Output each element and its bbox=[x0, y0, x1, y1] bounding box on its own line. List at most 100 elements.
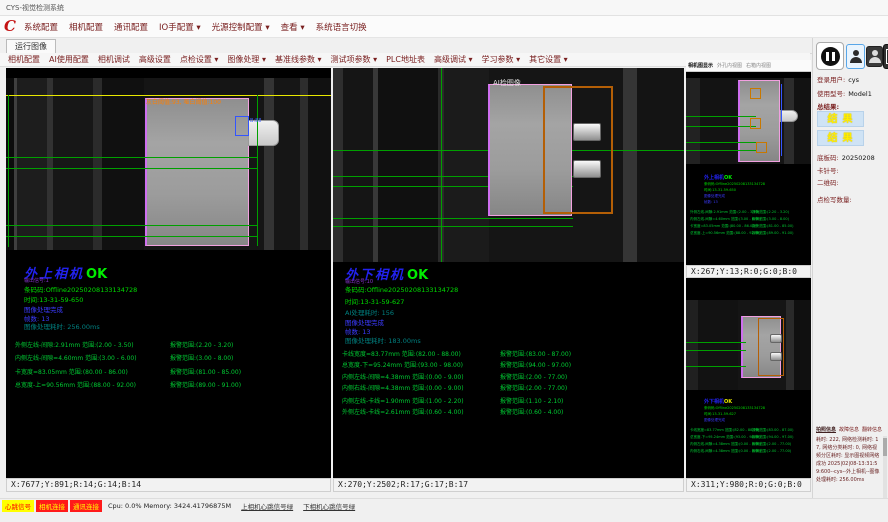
alarm-range: 报警范围:(94.00 - 97.00) bbox=[500, 360, 571, 369]
measure-line bbox=[6, 225, 258, 226]
alarm-range: 报警范围:(89.00 - 91.00) bbox=[170, 380, 241, 389]
roi-box-mini bbox=[756, 142, 767, 153]
window-title: CYS-视觉检测系统 bbox=[6, 4, 64, 12]
pixel-coordinates-upper: X:7677;Y:891;R:14;G:14;B:14 bbox=[6, 478, 331, 492]
toolbar-item-learn-params[interactable]: 学习参数 ▾ bbox=[482, 54, 521, 65]
total-result-label: 总结果: bbox=[817, 101, 887, 111]
alarm-range: 报警范围:(2.20 - 3.20) bbox=[170, 340, 233, 349]
measurement-row: 内侧左线-间隙=4.38mm 范围:(0.00 - 9.00) 报警范围:(2.… bbox=[333, 372, 684, 382]
exit-button[interactable] bbox=[883, 44, 888, 69]
alarm-range: 报警范围:(1.10 - 2.10) bbox=[500, 396, 563, 405]
login-user-label: 登录用户: bbox=[817, 76, 845, 84]
operator-mode-button[interactable] bbox=[866, 46, 883, 67]
lower-camera-heartbeat-link[interactable]: 下相机心跳信号绿 bbox=[303, 501, 355, 511]
camera-view-upper[interactable]: 灰白阈值:93, 哑白阈值:100 B:88 bbox=[6, 78, 331, 250]
tab-run-image[interactable]: 运行图像 bbox=[6, 39, 56, 53]
toolbar-item-ai-config[interactable]: AI使用配置 bbox=[49, 54, 89, 65]
barcode-line: 条码码:Offline20250208133134728 bbox=[24, 284, 137, 294]
measurement-row: 外侧左线-间隙:2.91mm 范围:(2.00 - 3.50) 报警范围:(2.… bbox=[6, 340, 331, 350]
thumbnail-upper-camera[interactable]: 外上相机OK 条码码:Offline20250208133134728 时间:1… bbox=[686, 72, 811, 265]
camera-connection-badge: 相机连接 bbox=[36, 500, 68, 512]
frame-line-mini: 帧数: 13 bbox=[704, 200, 718, 205]
board-code-row: 底板码:20250208 bbox=[817, 152, 887, 162]
thumbnail-lower-camera[interactable]: 外下相机OK 条码码:Offline20250208133134728 时间:1… bbox=[686, 278, 811, 478]
result-ok: OK bbox=[86, 267, 107, 282]
threshold-label: 灰白阈值:93, 哑白阈值:100 bbox=[146, 97, 221, 106]
time-line: 时间:13-31-59-627 bbox=[345, 296, 404, 306]
user-login-button[interactable] bbox=[846, 44, 865, 69]
camera-panel-lower: AI检图像 外下相机OK 输出信号:10 条码码:Offline20250208… bbox=[333, 68, 684, 478]
toolbar-item-image-processing[interactable]: 图像处理 ▾ bbox=[227, 54, 266, 65]
toolbar-item-plc-table[interactable]: PLC地址表 bbox=[386, 54, 425, 65]
time-line-mini: 时间:13-31-59-627 bbox=[704, 412, 736, 417]
toolbar-item-other-settings[interactable]: 其它设置 ▾ bbox=[529, 54, 568, 65]
roi-box bbox=[235, 116, 249, 136]
elapsed-line: 图像处理耗时: 256.00ms bbox=[24, 321, 100, 331]
measure-line bbox=[6, 168, 258, 169]
measurement-row: 内侧左线-间隙=4.60mm 范围:(3.00 - 6.00) 报警范围:(3.… bbox=[6, 353, 331, 363]
barcode-line-mini: 条码码:Offline20250208133134728 bbox=[704, 406, 765, 411]
info-tab-fault[interactable]: 故障信息 bbox=[839, 426, 859, 433]
measure-line bbox=[333, 226, 573, 227]
menu-bar: C 系统配置 相机配置 通讯配置 IO手配置 ▾ 光源控制配置 ▾ 查看 ▾ 系… bbox=[0, 16, 888, 38]
log-scrollbar[interactable] bbox=[883, 436, 887, 498]
measurement-row: 总宽度-上=90.56mm 范围:(88.00 - 92.00) 报警范围:(8… bbox=[6, 380, 331, 390]
thumb-tab-outer-view[interactable]: 外孔内视图 bbox=[717, 62, 742, 69]
model-label: 使用型号: bbox=[817, 90, 845, 98]
measure-line bbox=[6, 236, 258, 237]
camera-view-lower[interactable]: AI检图像 bbox=[333, 68, 684, 262]
reference-line-yellow bbox=[6, 95, 331, 96]
measure-line bbox=[6, 157, 258, 158]
menu-item-comm-config[interactable]: 通讯配置 bbox=[114, 21, 148, 33]
menu-item-camera-config[interactable]: 相机配置 bbox=[69, 21, 103, 33]
menu-item-system-config[interactable]: 系统配置 bbox=[24, 21, 58, 33]
measurement-row: 总宽度-下=95.24mm 范围:(93.00 - 98.00) 报警范围:(9… bbox=[333, 360, 684, 370]
event-log[interactable]: 耗时: 222, 网络检测耗时: 17, 网络分类耗时: 0, 网络视频分区耗时… bbox=[816, 436, 881, 498]
info-tab-flip[interactable]: 翻转信息 bbox=[862, 426, 882, 433]
toolbar-item-camera-config[interactable]: 相机配置 bbox=[8, 54, 40, 65]
status-bar: 心跳信号 相机连接 通讯连接 Cpu: 0.0% Memory: 3424.41… bbox=[0, 498, 888, 512]
toolbar-item-spotcheck[interactable]: 点检设置 ▾ bbox=[180, 54, 219, 65]
heartbeat-status-badge: 心跳信号 bbox=[2, 500, 34, 512]
measurement-row: 内侧右线-间隙=4.38mm 范围:(0.00 - 9.00) 报警范围:(2.… bbox=[333, 383, 684, 393]
tab-strip: 运行图像 bbox=[0, 38, 888, 54]
toolbar-item-camera-debug[interactable]: 相机调试 bbox=[98, 54, 130, 65]
menu-item-view[interactable]: 查看 ▾ bbox=[281, 21, 305, 33]
thumb-tab-camera-view[interactable]: 相机图显示 bbox=[688, 62, 713, 69]
pause-icon bbox=[821, 47, 840, 66]
pause-button[interactable] bbox=[816, 42, 844, 70]
cpu-memory-status: Cpu: 0.0% Memory: 3424.41796875M bbox=[108, 502, 231, 510]
login-user-value[interactable]: cys bbox=[848, 76, 859, 84]
measurement-row: 内侧左线-卡线=1.90mm 范围:(1.00 - 2.20) 报警范围:(1.… bbox=[333, 396, 684, 406]
toolbar-item-test-params[interactable]: 测试项参数 ▾ bbox=[331, 54, 378, 65]
model-row: 使用型号:Model1 bbox=[817, 88, 887, 98]
window-titlebar[interactable]: CYS-视觉检测系统 bbox=[0, 0, 888, 16]
status-line-mini: 图像处理完成 bbox=[704, 194, 725, 199]
alarm-range: 报警范围:(2.00 - 77.00) bbox=[500, 372, 567, 381]
menu-item-light-config[interactable]: 光源控制配置 ▾ bbox=[212, 21, 270, 33]
toolbar-item-advanced-settings[interactable]: 高级设置 bbox=[139, 54, 171, 65]
alarm-range: 报警范围:(83.00 - 87.00) bbox=[500, 349, 571, 358]
login-user-row: 登录用户:cys bbox=[817, 74, 887, 84]
metal-clip bbox=[573, 160, 601, 178]
model-value[interactable]: Model1 bbox=[848, 90, 872, 98]
measurement-value: 外侧左线-间隙:2.91mm 范围:(2.00 - 3.50) bbox=[15, 340, 134, 349]
menu-item-io-config[interactable]: IO手配置 ▾ bbox=[159, 21, 201, 33]
board-code-label: 底板码: bbox=[817, 154, 839, 162]
thumb-tab-right-view[interactable]: 右箱内视图 bbox=[746, 62, 771, 69]
menu-item-language[interactable]: 系统语言切换 bbox=[316, 21, 367, 33]
result-ok: OK bbox=[407, 268, 428, 283]
toolbar-item-baseline-params[interactable]: 基准线参数 ▾ bbox=[275, 54, 322, 65]
metal-clip-mini bbox=[770, 334, 782, 343]
measure-line bbox=[333, 218, 573, 219]
user-icon bbox=[872, 50, 878, 56]
toolbar-item-advanced-debug[interactable]: 高级调试 ▾ bbox=[434, 54, 473, 65]
measurement-value: 卡线宽度=83.77mm 范围:(82.00 - 88.00) bbox=[342, 349, 461, 358]
alarm-range: 报警范围:(3.00 - 8.00) bbox=[170, 353, 233, 362]
camera-result-header-mini: 外下相机OK bbox=[704, 398, 732, 405]
pixel-coordinates-thumb2: X:311;Y:980;R:0;G:0;B:0 bbox=[686, 478, 811, 492]
info-tab-photo[interactable]: 拍照信息 bbox=[816, 426, 836, 433]
measurement-value: 内侧右线-间隙=4.38mm 范围:(0.00 - 9.00) bbox=[342, 383, 464, 392]
measurement-value: 卡宽度=83.05mm 范围:(80.00 - 86.00) bbox=[15, 367, 128, 376]
upper-camera-heartbeat-link[interactable]: 上相机心跳信号绿 bbox=[241, 501, 293, 511]
